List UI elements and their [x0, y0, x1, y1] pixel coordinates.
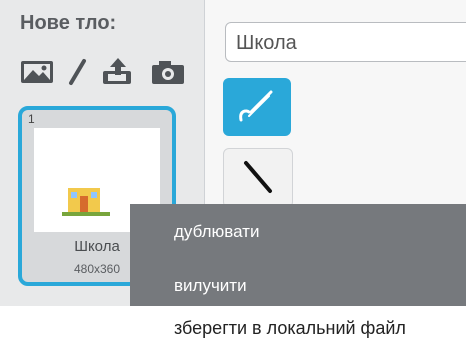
line-tool-icon	[244, 161, 272, 193]
bottom-menu-bar: зберегти в локальний файл	[0, 306, 466, 351]
new-backdrop-title: Нове тло:	[20, 12, 117, 34]
context-menu: дублювати вилучити	[130, 204, 466, 310]
backdrop-number: 1	[28, 112, 35, 126]
brush-tool-button[interactable]	[223, 78, 291, 136]
line-tool-button[interactable]	[223, 148, 293, 208]
brush-tool-icon	[239, 90, 273, 122]
backdrop-name-input[interactable]: Школа	[225, 22, 466, 62]
paint-brush-icon[interactable]	[60, 58, 94, 86]
upload-icon[interactable]	[98, 58, 138, 86]
camera-icon[interactable]	[148, 58, 188, 86]
menu-item-save-local[interactable]: зберегти в локальний файл	[174, 318, 406, 339]
menu-item-duplicate[interactable]: дублювати	[174, 222, 259, 242]
image-icon[interactable]	[18, 58, 56, 86]
costume-editor-screen: Нове тло: 1 Школа 480x360 Школа дублюват…	[0, 0, 466, 351]
menu-item-delete[interactable]: вилучити	[174, 276, 247, 296]
